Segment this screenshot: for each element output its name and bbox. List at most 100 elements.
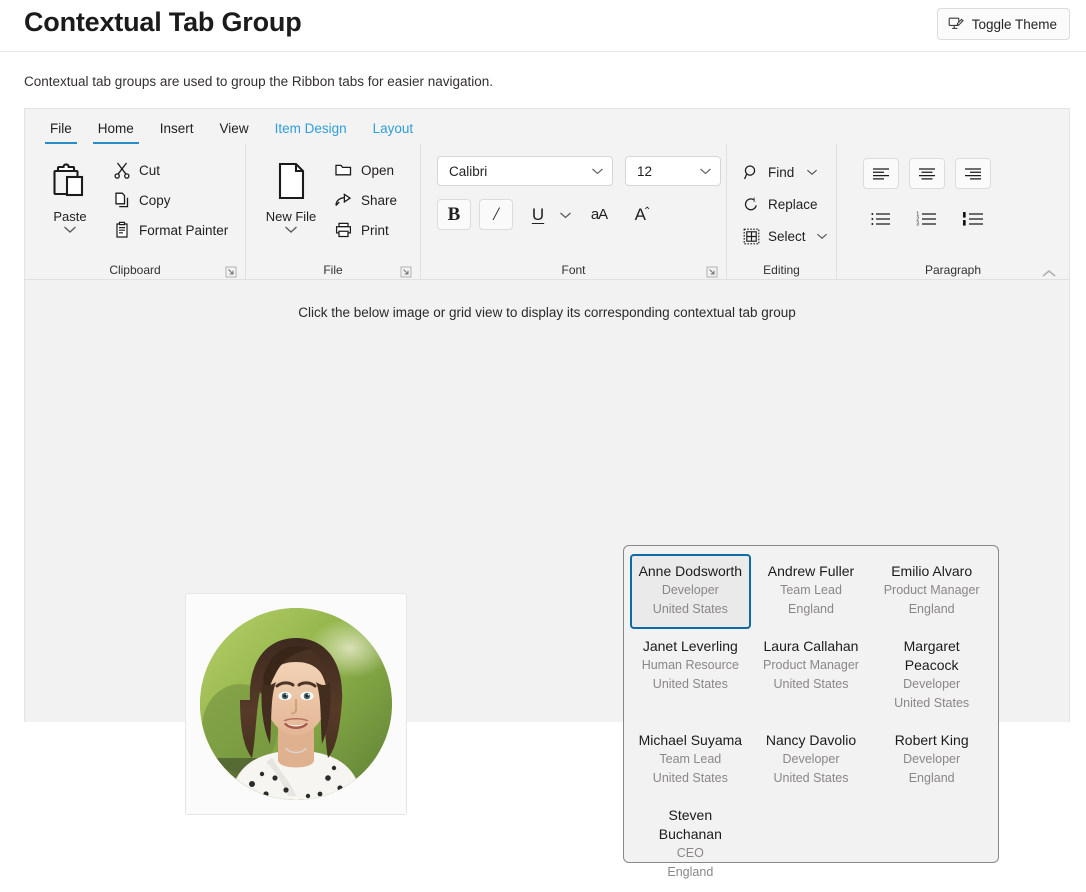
chevron-down-icon[interactable]: [806, 168, 818, 176]
file-dialog-launcher[interactable]: [399, 265, 413, 279]
employee-country: United States: [652, 771, 728, 785]
employee-card-5[interactable]: Margaret Peacock Developer United States: [871, 629, 992, 723]
employee-card-7[interactable]: Nancy Davolio Developer United States: [751, 723, 872, 798]
multilevel-list-button[interactable]: [955, 203, 991, 234]
toggle-theme-label: Toggle Theme: [971, 16, 1057, 32]
page-description: Contextual tab groups are used to group …: [24, 74, 494, 89]
clipboard-group-label: Clipboard: [109, 263, 161, 277]
new-file-button[interactable]: New File: [254, 154, 328, 234]
print-button[interactable]: Print: [328, 216, 405, 244]
font-group-label: Font: [561, 263, 586, 277]
tab-home[interactable]: Home: [85, 112, 147, 144]
share-button[interactable]: Share: [328, 186, 405, 214]
change-case-button[interactable]: aA: [584, 199, 614, 230]
print-label: Print: [361, 222, 389, 238]
tab-item-design[interactable]: Item Design: [262, 112, 360, 144]
employee-name: Margaret Peacock: [903, 638, 960, 673]
employee-name: Emilio Alvaro: [891, 563, 973, 579]
grow-font-button[interactable]: A ⌃: [628, 199, 658, 230]
copy-label: Copy: [139, 192, 171, 208]
chevron-down-icon[interactable]: [63, 225, 77, 234]
font-name-value: Calibri: [449, 163, 488, 179]
employee-photo: [200, 608, 392, 800]
numbered-list-button[interactable]: 1 2 3: [909, 203, 945, 234]
tab-layout[interactable]: Layout: [360, 112, 427, 144]
tab-insert[interactable]: Insert: [147, 112, 207, 144]
editing-commands: Find 1 Replace Select: [737, 154, 836, 250]
employee-name: Janet Leverling: [642, 638, 738, 654]
chevron-down-icon[interactable]: [284, 225, 298, 234]
employee-card-3[interactable]: Janet Leverling Human Resource United St…: [630, 629, 751, 723]
select-label: Select: [768, 228, 806, 244]
replace-label: Replace: [768, 196, 818, 212]
page-title: Contextual Tab Group: [24, 7, 302, 37]
clipboard-paste-icon: [49, 160, 91, 202]
employee-card-9[interactable]: Steven Buchanan CEO England: [630, 798, 751, 892]
employee-card-2[interactable]: Emilio Alvaro Product Manager England: [871, 554, 992, 629]
employee-country: United States: [773, 677, 849, 691]
ribbon-group-clipboard: Paste Cut Copy Format Painter Clipboard: [25, 144, 245, 279]
paste-button[interactable]: Paste: [33, 154, 107, 234]
tab-view[interactable]: View: [207, 112, 262, 144]
open-button[interactable]: Open: [328, 156, 405, 184]
align-left-button[interactable]: [863, 158, 899, 189]
tab-file[interactable]: File: [37, 112, 85, 144]
tab-home-label: Home: [97, 120, 134, 136]
employee-role: Product Manager: [763, 658, 859, 672]
align-right-button[interactable]: [955, 158, 991, 189]
underline-icon: U: [531, 204, 545, 224]
content-area: Click the below image or grid view to di…: [25, 280, 1069, 879]
underline-button[interactable]: U: [521, 199, 555, 230]
demo-card: File Home Insert View Item Design Layout: [24, 108, 1070, 879]
font-size-value: 12: [637, 163, 653, 179]
font-dialog-launcher[interactable]: [705, 265, 719, 279]
tab-layout-label: Layout: [372, 120, 414, 136]
find-button[interactable]: Find: [737, 158, 836, 186]
employee-role: Team Lead: [780, 583, 842, 597]
file-commands: Open Share Print: [328, 154, 405, 244]
svg-text:1: 1: [753, 197, 756, 203]
employee-card-8[interactable]: Robert King Developer England: [871, 723, 992, 798]
underline-chevron-down-icon[interactable]: [559, 211, 572, 219]
employee-name: Laura Callahan: [763, 638, 859, 654]
copy-button[interactable]: Copy: [107, 186, 236, 214]
chevron-down-icon: [591, 167, 604, 175]
align-center-button[interactable]: [909, 158, 945, 189]
employee-role: Developer: [782, 752, 840, 766]
format-painter-button[interactable]: Format Painter: [107, 216, 236, 244]
chevron-down-icon[interactable]: [816, 232, 828, 240]
replace-button[interactable]: 1 Replace: [737, 190, 836, 218]
font-size-dropdown[interactable]: 12: [625, 156, 721, 186]
italic-button[interactable]: /: [479, 199, 513, 230]
format-painter-label: Format Painter: [139, 222, 229, 238]
bold-button[interactable]: B: [437, 199, 471, 230]
content-hint: Click the below image or grid view to di…: [298, 305, 796, 320]
employee-name: Anne Dodsworth: [638, 563, 743, 579]
ribbon-group-paragraph: 1 2 3 Paragraph: [836, 144, 1069, 279]
employee-card-4[interactable]: Laura Callahan Product Manager United St…: [751, 629, 872, 723]
employee-country: England: [908, 771, 955, 785]
page-header: Contextual Tab Group Toggle Theme: [0, 0, 1086, 52]
cut-button[interactable]: Cut: [107, 156, 236, 184]
employee-grid[interactable]: Anne Dodsworth Developer United States A…: [623, 545, 999, 879]
ribbon-collapse-chevron-up-icon[interactable]: [1041, 269, 1057, 278]
ribbon-body: Paste Cut Copy Format Painter Clipboard …: [25, 144, 1069, 279]
ribbon-group-editing: Find 1 Replace Select Editing: [726, 144, 836, 279]
bullet-list-button[interactable]: [863, 203, 899, 234]
employee-image-card[interactable]: [185, 593, 407, 815]
multilevel-list-icon: [962, 211, 984, 227]
font-name-dropdown[interactable]: Calibri: [437, 156, 613, 186]
bold-icon: B: [447, 203, 461, 225]
cut-label: Cut: [139, 162, 161, 178]
employee-card-0[interactable]: Anne Dodsworth Developer United States: [630, 554, 751, 629]
select-button[interactable]: Select: [737, 222, 836, 250]
toggle-theme-button[interactable]: Toggle Theme: [936, 8, 1070, 40]
change-case-icon: aA: [590, 206, 608, 223]
clipboard-dialog-launcher[interactable]: [224, 265, 238, 279]
open-label: Open: [361, 162, 395, 178]
employee-card-6[interactable]: Michael Suyama Team Lead United States: [630, 723, 751, 798]
file-group-label: File: [323, 263, 343, 277]
employee-card-1[interactable]: Andrew Fuller Team Lead England: [751, 554, 872, 629]
share-label: Share: [361, 192, 398, 208]
numbered-list-icon: 1 2 3: [916, 211, 938, 227]
